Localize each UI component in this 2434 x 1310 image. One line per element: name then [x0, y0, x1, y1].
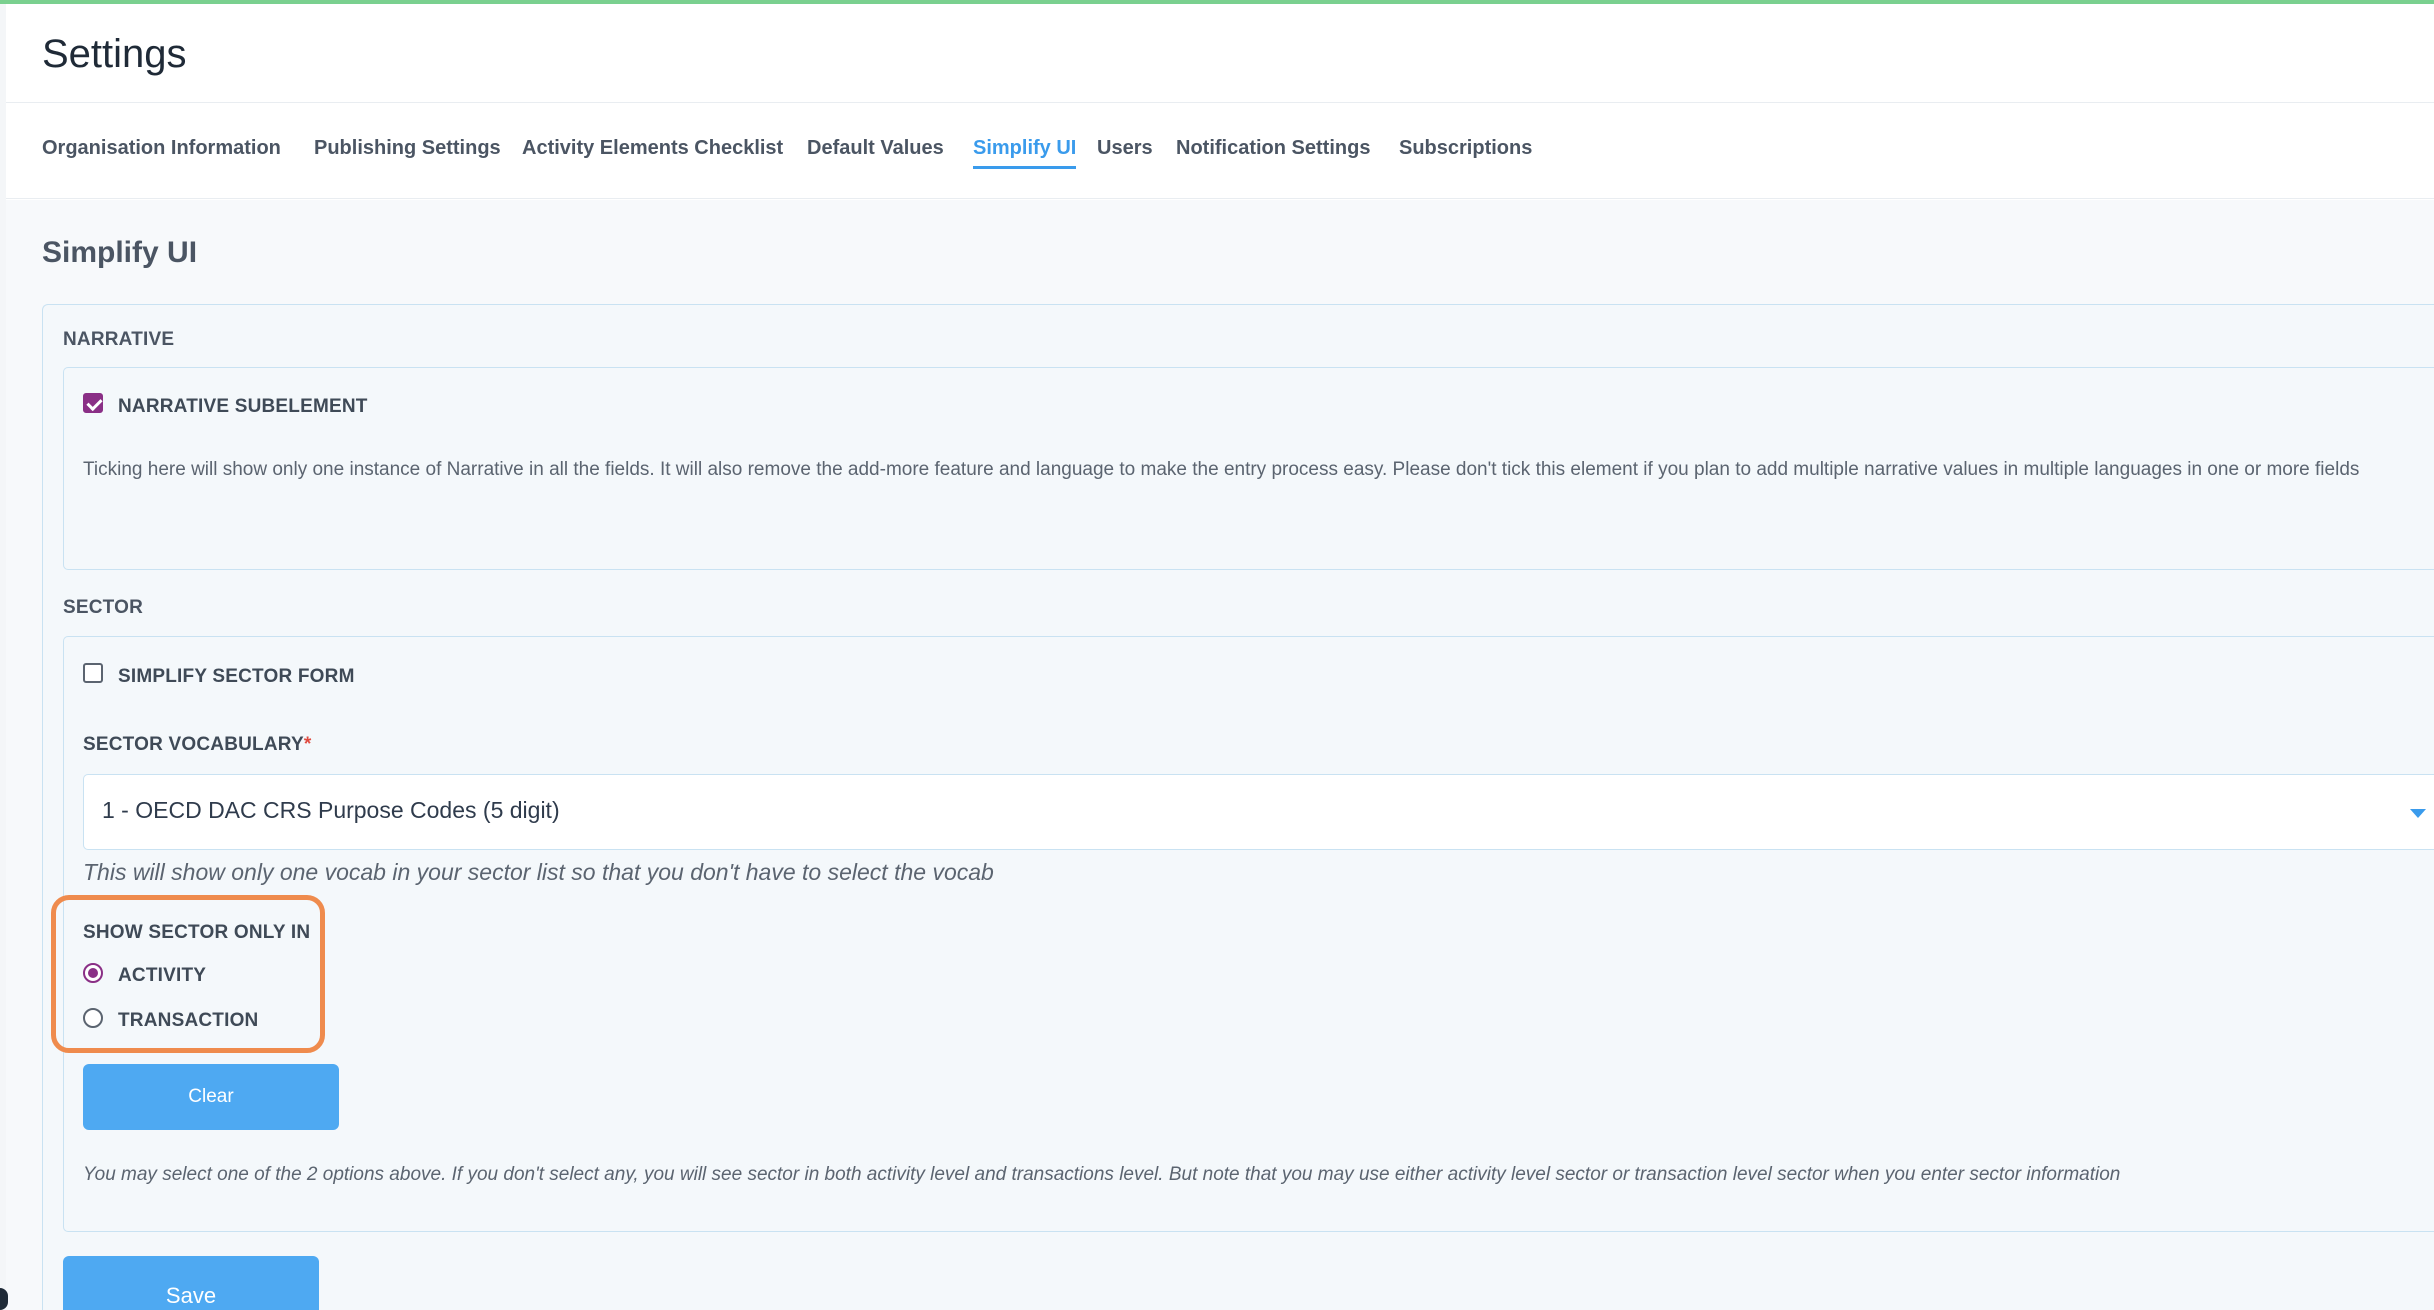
sector-vocabulary-value: 1 - OECD DAC CRS Purpose Codes (5 digit) [102, 797, 560, 823]
simplify-ui-form: NARRATIVE NARRATIVE SUBELEMENT Ticking h… [42, 304, 2434, 1310]
sector-options-note: You may select one of the 2 options abov… [83, 1164, 2121, 1185]
narrative-description: Ticking here will show only one instance… [83, 459, 2360, 480]
tab-subscriptions[interactable]: Subscriptions [1399, 137, 1532, 166]
tab-simplify-ui[interactable]: Simplify UI [973, 137, 1077, 169]
narrative-group-label: NARRATIVE [63, 329, 175, 350]
sector-vocabulary-label: SECTOR VOCABULARY* [83, 734, 312, 755]
main-content: Simplify UI NARRATIVE NARRATIVE SUBELEME… [6, 200, 2434, 1310]
checkbox-unchecked-icon[interactable] [83, 663, 103, 683]
checkbox-checked-icon[interactable] [83, 393, 103, 413]
page-header: Settings [6, 4, 2434, 103]
tab-publishing-settings[interactable]: Publishing Settings [314, 137, 501, 166]
sector-vocabulary-select[interactable]: 1 - OECD DAC CRS Purpose Codes (5 digit) [83, 774, 2434, 850]
section-title: Simplify UI [42, 236, 198, 269]
narrative-panel: NARRATIVE SUBELEMENT Ticking here will s… [63, 367, 2434, 570]
clear-button[interactable]: Clear [83, 1064, 339, 1130]
simplify-sector-form-label[interactable]: SIMPLIFY SECTOR FORM [118, 666, 355, 688]
tab-organisation-information[interactable]: Organisation Information [42, 137, 281, 166]
narrative-subelement-label[interactable]: NARRATIVE SUBELEMENT [118, 396, 368, 418]
page-title: Settings [42, 32, 187, 76]
chevron-down-icon[interactable] [2410, 809, 2426, 818]
save-button[interactable]: Save [63, 1256, 319, 1310]
tab-activity-elements-checklist[interactable]: Activity Elements Checklist [522, 137, 783, 166]
sector-group-label: SECTOR [63, 597, 144, 618]
sector-panel: SIMPLIFY SECTOR FORM SECTOR VOCABULARY* … [63, 636, 2434, 1232]
required-marker: * [303, 734, 312, 755]
tab-users[interactable]: Users [1097, 137, 1153, 166]
settings-tabs: Organisation Information Publishing Sett… [6, 103, 2434, 199]
tab-notification-settings[interactable]: Notification Settings [1176, 137, 1370, 166]
tab-default-values[interactable]: Default Values [807, 137, 944, 166]
sector-vocabulary-hint: This will show only one vocab in your se… [83, 859, 994, 885]
highlight-annotation [51, 895, 325, 1053]
